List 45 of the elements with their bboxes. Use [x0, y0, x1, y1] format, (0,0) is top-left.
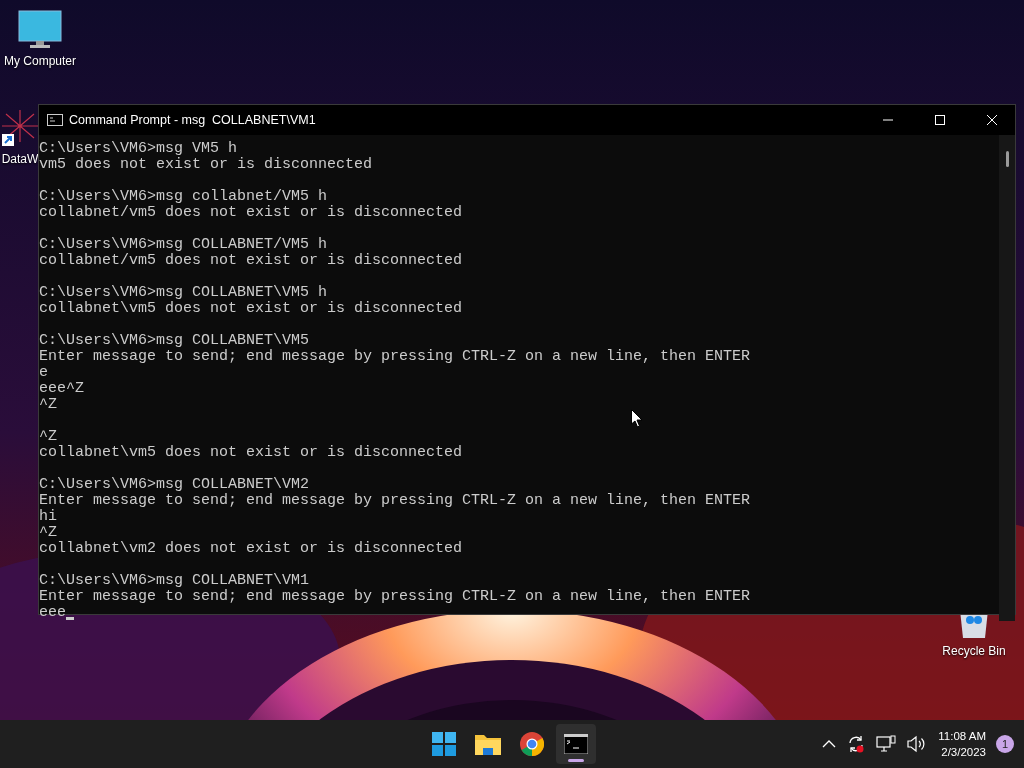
icon-label[interactable]: DataW [1, 152, 39, 166]
console-line: e [39, 365, 48, 381]
console-line: C:\Users\VM6>msg COLLABNET\VM5 h [39, 285, 328, 301]
icon-label[interactable]: My Computer [4, 54, 76, 68]
console-line: ^Z [39, 525, 57, 541]
mouse-pointer-icon [631, 409, 643, 428]
console-line: eee^Z [39, 381, 84, 397]
network-icon[interactable] [874, 733, 899, 755]
clock-date[interactable]: 2/3/2023 [941, 744, 986, 760]
scrollbar-thumb[interactable] [1006, 151, 1009, 167]
taskbar-app[interactable] [556, 724, 596, 764]
console-line: C:\Users\VM6>msg collabnet/VM5 h [39, 189, 328, 205]
console-line: collabnet\vm2 does not exist or is disconnected [39, 541, 463, 557]
shortcut-icon [0, 108, 40, 148]
console-line: Enter message to send; end message by pressing CTRL-Z on a new line, then ENTER [39, 493, 751, 509]
console-line: ^Z [39, 429, 57, 445]
console-line: collabnet\vm5 does not exist or is disconnected [39, 445, 463, 461]
console-line: collabnet/vm5 does not exist or is disconnected [39, 253, 463, 269]
console-line: C:\Users\VM6>msg COLLABNET\VM2 [39, 477, 310, 493]
console-line: C:\Users\VM6>msg COLLABNET\VM1 [39, 573, 310, 589]
console-icon [47, 114, 63, 126]
scrollbar[interactable] [999, 135, 1015, 621]
console-line: C:\Users\VM6>msg COLLABNET/VM5 h [39, 237, 328, 253]
console-line: C:\Users\VM6>msg VM5 h [39, 141, 238, 157]
monitor-icon [18, 10, 62, 50]
console-line: eee [39, 605, 66, 621]
console-line: C:\Users\VM6>msg COLLABNET\VM5 [39, 333, 310, 349]
browser-icon [520, 732, 544, 756]
folder-icon [475, 733, 501, 755]
console-line: collabnet/vm5 does not exist or is disconnected [39, 205, 463, 221]
console-line: vm5 does not exist or is disconnected [39, 157, 373, 173]
console-line: collabnet\vm5 does not exist or is disconnected [39, 301, 463, 317]
windows-logo-icon [432, 732, 456, 756]
console-line: hi [39, 509, 57, 525]
console-line: ^Z [39, 397, 57, 413]
text-cursor [66, 617, 74, 620]
window-title: Command Prompt - msg COLLABNET\VM1 [69, 113, 317, 127]
maximize-icon [934, 114, 946, 126]
console-line: Enter message to send; end message by pressing CTRL-Z on a new line, then ENTER [39, 349, 751, 365]
clock-time[interactable]: 11:08 AM [938, 728, 986, 744]
terminal-icon [564, 734, 588, 754]
console-line: Enter message to send; end message by pressing CTRL-Z on a new line, then ENTER [39, 589, 751, 605]
icon-label[interactable]: Recycle Bin [942, 644, 1006, 658]
close-icon [986, 114, 998, 126]
notification-badge[interactable]: 1 [996, 735, 1014, 753]
